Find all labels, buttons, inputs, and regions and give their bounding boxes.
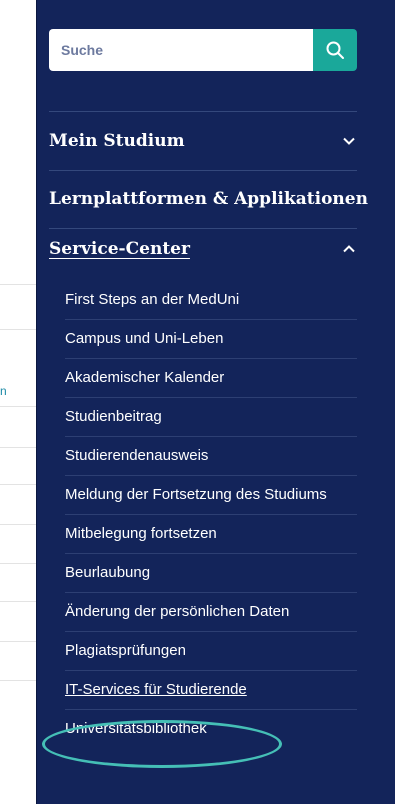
submenu-item-studienbeitrag[interactable]: Studienbeitrag — [65, 398, 357, 437]
submenu-item-beurlaubung[interactable]: Beurlaubung — [65, 554, 357, 593]
background-divider — [0, 447, 36, 448]
background-link[interactable]: n — [0, 384, 7, 398]
search-icon — [326, 41, 344, 59]
menu-divider — [49, 111, 357, 112]
submenu-item-mitbelegung[interactable]: Mitbelegung fortsetzen — [65, 515, 357, 554]
chevron-up-icon — [343, 245, 355, 253]
background-divider — [0, 406, 36, 407]
background-divider — [0, 680, 36, 681]
menu-divider — [49, 170, 357, 171]
background-divider — [0, 641, 36, 642]
search-bar — [49, 29, 357, 71]
side-menu-panel: Mein Studium Lernplattformen & Applikati… — [36, 0, 395, 804]
submenu-item-it-services[interactable]: IT-Services für Studierende — [65, 671, 357, 710]
submenu-item-campus[interactable]: Campus und Uni-Leben — [65, 320, 357, 359]
menu-section-label: Mein Studium — [49, 131, 185, 151]
submenu-item-studierendenausweis[interactable]: Studierendenausweis — [65, 437, 357, 476]
background-divider — [0, 563, 36, 564]
menu-section-lernplattformen[interactable]: Lernplattformen & Applikationen — [49, 184, 368, 214]
menu-section-label: Lernplattformen & Applikationen — [49, 189, 368, 209]
submenu-item-bibliothek[interactable]: Universitätsbibliothek — [65, 710, 357, 748]
search-input[interactable] — [49, 29, 313, 71]
search-button[interactable] — [313, 29, 357, 71]
background-divider — [0, 484, 36, 485]
submenu-item-kalender[interactable]: Akademischer Kalender — [65, 359, 357, 398]
chevron-down-icon — [343, 137, 355, 145]
menu-section-mein-studium[interactable]: Mein Studium — [49, 126, 357, 156]
submenu-item-persoenliche-daten[interactable]: Änderung der persönlichen Daten — [65, 593, 357, 632]
background-divider — [0, 524, 36, 525]
submenu-item-first-steps[interactable]: First Steps an der MedUni — [65, 281, 357, 320]
background-divider — [0, 329, 36, 330]
background-divider — [0, 284, 36, 285]
background-page: n — [0, 0, 36, 804]
background-divider — [0, 601, 36, 602]
menu-section-service-center[interactable]: Service-Center — [49, 234, 357, 264]
submenu-item-plagiatspruefungen[interactable]: Plagiatsprüfungen — [65, 632, 357, 671]
menu-divider — [49, 228, 357, 229]
menu-section-label: Service-Center — [49, 239, 190, 259]
submenu-item-fortsetzung[interactable]: Meldung der Fortsetzung des Studiums — [65, 476, 357, 515]
service-center-submenu: First Steps an der MedUni Campus und Uni… — [65, 281, 357, 748]
